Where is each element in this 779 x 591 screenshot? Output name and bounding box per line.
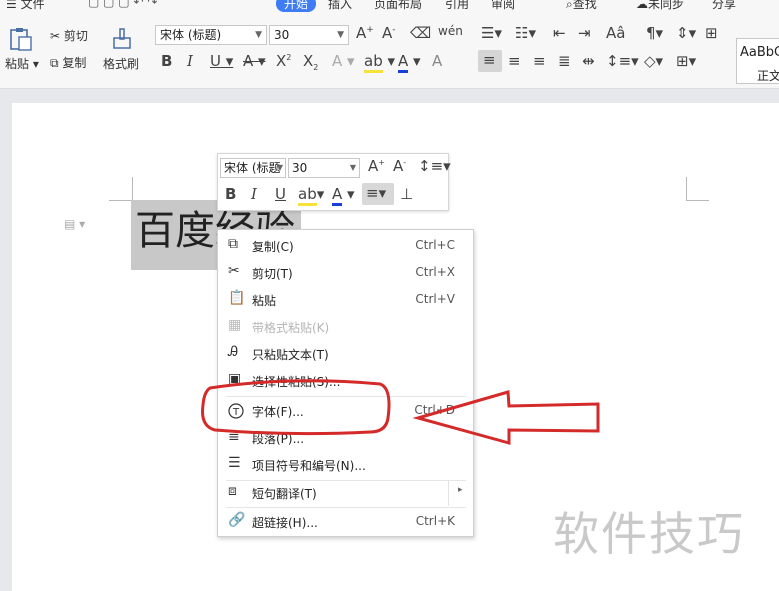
- highlight-circle: [201, 379, 391, 436]
- pointer-arrow: [412, 390, 600, 445]
- watermark: 软件技巧: [553, 507, 745, 561]
